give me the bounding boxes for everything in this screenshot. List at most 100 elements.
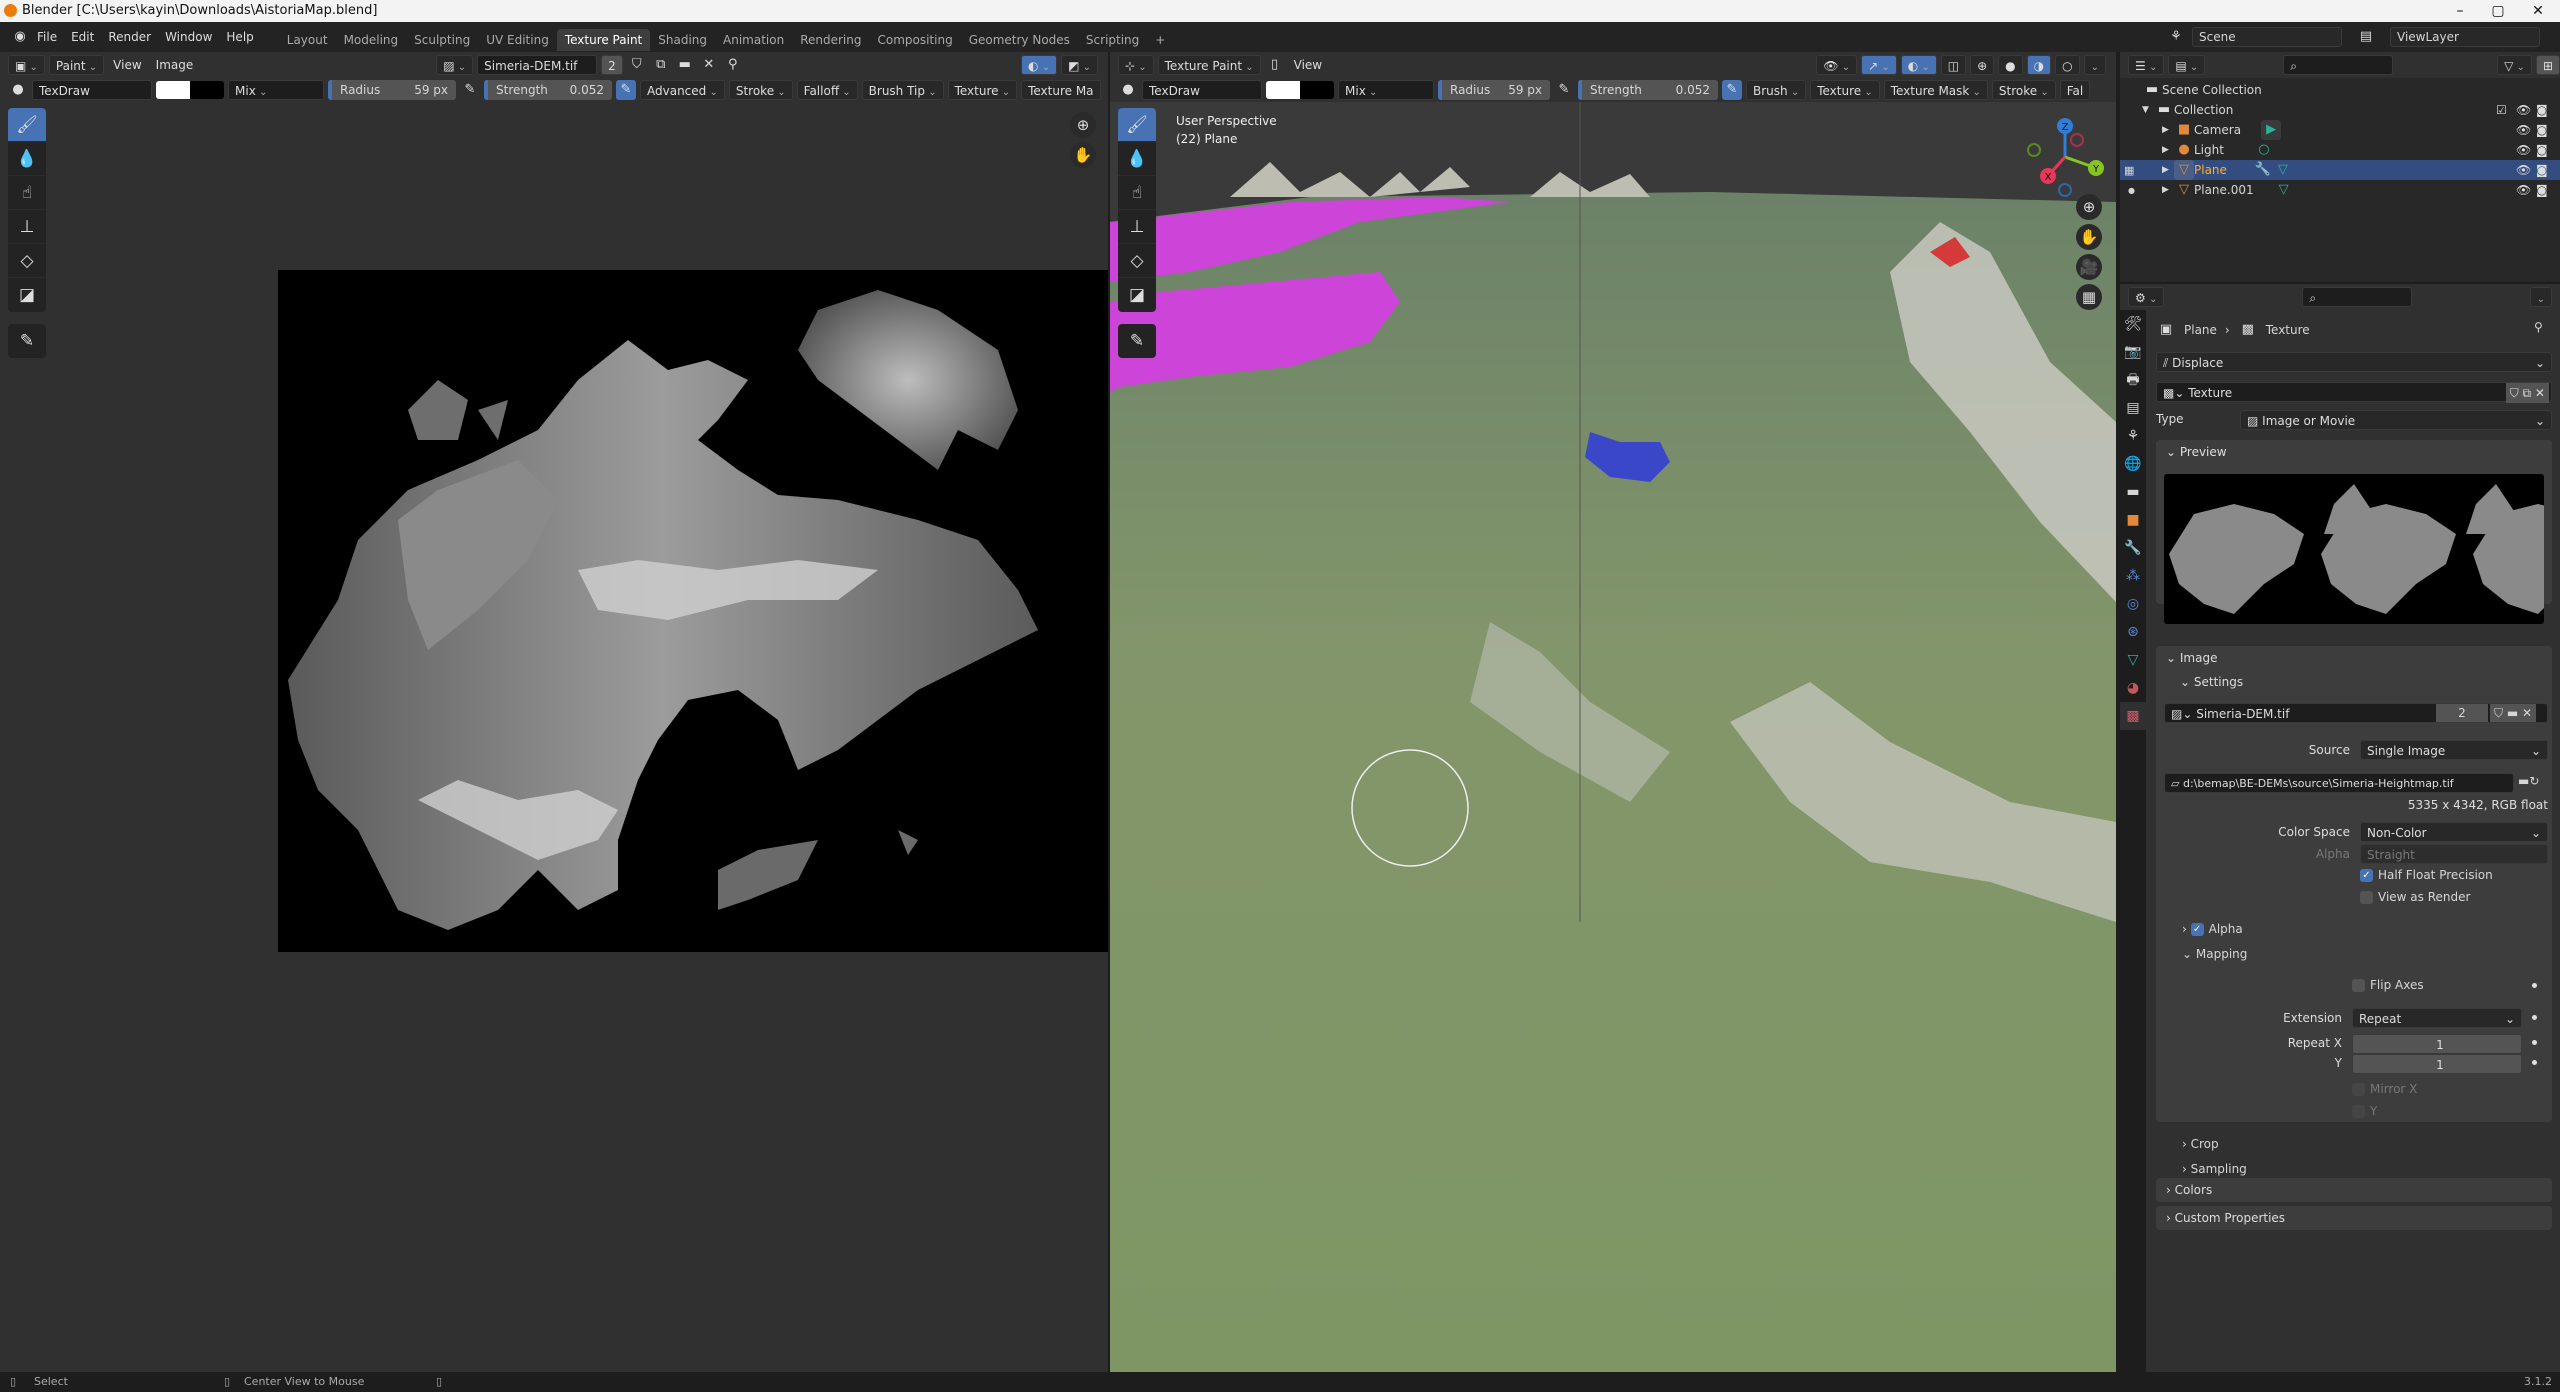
texture-mask-popover[interactable]: Texture Ma: [1021, 80, 1101, 100]
terrain-view[interactable]: [1110, 102, 2116, 1372]
shading-rendered[interactable]: ○: [2055, 55, 2080, 75]
minimize-button[interactable]: –: [2440, 0, 2480, 22]
advanced-popover[interactable]: Advanced: [640, 80, 725, 100]
color-swatches[interactable]: [156, 81, 224, 99]
viewport-tool-smear[interactable]: ☝: [1118, 176, 1156, 210]
tab-view-layer[interactable]: ▤: [2120, 394, 2146, 422]
shading-wireframe[interactable]: ⊕: [1970, 55, 1995, 75]
menu-help[interactable]: Help: [219, 22, 260, 52]
radius-slider[interactable]: Radius 59 px: [328, 80, 456, 100]
open-image-folder-icon[interactable]: ▬: [675, 55, 695, 75]
pin-icon[interactable]: ⚲: [2534, 320, 2543, 334]
viewport-tool-annotate[interactable]: ✎: [1118, 324, 1156, 358]
view-as-render-checkbox[interactable]: View as Render: [2360, 890, 2470, 904]
expand-arrow-icon[interactable]: ▶: [2162, 165, 2174, 175]
outliner-item-light[interactable]: ▶ ● Light ○ 👁 ◙: [2120, 140, 2560, 160]
preview-panel-header[interactable]: ⌄ Preview: [2156, 440, 2552, 464]
tool-annotate[interactable]: ✎: [8, 324, 46, 358]
tab-texture[interactable]: ▩: [2120, 702, 2146, 730]
modifier-selector[interactable]: ⫽ Displace ⌄: [2156, 352, 2552, 372]
expand-arrow-icon[interactable]: ▶: [2162, 145, 2174, 155]
alpha-subpanel-header[interactable]: › ✓ Alpha: [2182, 922, 2243, 936]
collection-row[interactable]: ▼ ▬ Collection ☑ 👁 ◙: [2120, 100, 2560, 120]
workspace-tab-animation[interactable]: Animation: [715, 29, 792, 51]
colors-panel[interactable]: › Colors: [2156, 1178, 2552, 1202]
close-button[interactable]: ✕: [2518, 0, 2558, 22]
settings-subpanel-header[interactable]: ⌄ Settings: [2156, 670, 2552, 694]
image-users-count[interactable]: 2: [2436, 704, 2488, 722]
menu-edit[interactable]: Edit: [64, 22, 101, 52]
workspace-tab-texture-paint[interactable]: Texture Paint: [556, 29, 651, 51]
color-space-dropdown[interactable]: Non-Color ⌄: [2360, 822, 2548, 842]
navigation-gizmo[interactable]: Z Y X: [2020, 112, 2110, 202]
workspace-tab-shading[interactable]: Shading: [650, 29, 715, 51]
source-dropdown[interactable]: Single Image ⌄: [2360, 740, 2548, 760]
keyframe-dot[interactable]: [2532, 983, 2537, 988]
viewport-pan-button[interactable]: ✋: [2076, 224, 2102, 250]
crop-subpanel-header[interactable]: › Crop: [2182, 1137, 2219, 1151]
radius-pressure-icon[interactable]: ✎: [460, 80, 480, 100]
light-data-icon[interactable]: ○: [2254, 140, 2274, 160]
tab-render[interactable]: 📷: [2120, 338, 2146, 366]
expand-arrow-icon[interactable]: ▶: [2162, 185, 2174, 195]
stroke-popover[interactable]: Stroke: [728, 80, 793, 100]
display-channels-dropdown[interactable]: ◩: [1061, 55, 1098, 75]
blender-menu-icon[interactable]: ◉: [10, 27, 30, 47]
workspace-tab-compositing[interactable]: Compositing: [869, 29, 960, 51]
properties-options-dropdown[interactable]: [2529, 287, 2552, 307]
viewport-falloff-popover[interactable]: Fal: [2059, 80, 2091, 100]
outliner-item-camera[interactable]: ▶ ■ Camera ▶ 👁 ◙: [2120, 120, 2560, 140]
render-camera-icon[interactable]: ◙: [2536, 123, 2548, 137]
browse-folder-icon[interactable]: ▬↻: [2518, 774, 2539, 788]
half-float-checkbox[interactable]: ✓ Half Float Precision: [2360, 868, 2493, 882]
camera-view-button[interactable]: 🎥: [2076, 254, 2102, 280]
workspace-tab-uv-editing[interactable]: UV Editing: [478, 29, 557, 51]
viewport-tool-draw[interactable]: 🖌: [1118, 108, 1156, 142]
selectability-visibility-dropdown[interactable]: 👁: [1816, 55, 1858, 75]
keyframe-dot[interactable]: [2532, 1040, 2537, 1045]
overlays-toggle[interactable]: ◐: [1021, 55, 1058, 75]
keyframe-dot[interactable]: [2532, 1015, 2537, 1020]
flip-axes-checkbox[interactable]: Flip Axes: [2352, 978, 2424, 992]
menu-render[interactable]: Render: [101, 22, 158, 52]
fake-user-shield-icon[interactable]: ⛉: [627, 55, 647, 75]
expand-arrow-icon[interactable]: ▼: [2142, 105, 2154, 115]
menu-view[interactable]: View: [108, 55, 146, 75]
sampling-subpanel-header[interactable]: › Sampling: [2182, 1162, 2247, 1176]
tab-object[interactable]: ■: [2120, 506, 2146, 534]
tab-modifiers[interactable]: 🔧: [2120, 534, 2146, 562]
strength-pressure-icon[interactable]: ✎: [616, 80, 636, 100]
visibility-eye-icon[interactable]: 👁: [2516, 183, 2531, 197]
unlink-image-icon[interactable]: ✕: [699, 55, 719, 75]
xray-toggle[interactable]: ◫: [1940, 55, 1967, 75]
repeat-x-field[interactable]: 1: [2352, 1034, 2522, 1054]
blend-mode-dropdown[interactable]: Mix: [228, 80, 324, 100]
image-users-count[interactable]: 2: [601, 55, 623, 75]
render-camera-icon[interactable]: ◙: [2536, 183, 2548, 197]
brush-tip-popover[interactable]: Brush Tip: [861, 80, 944, 100]
tab-scene[interactable]: ⚘: [2120, 422, 2146, 450]
viewport-overlays-toggle[interactable]: ◐: [1900, 55, 1937, 75]
viewport-brush-name-field[interactable]: TexDraw: [1142, 80, 1262, 100]
render-camera-icon[interactable]: ◙: [2536, 143, 2548, 157]
viewport-brush-popover[interactable]: Brush: [1746, 80, 1807, 100]
viewport-stroke-popover[interactable]: Stroke: [1991, 80, 2056, 100]
visibility-eye-icon[interactable]: 👁: [2516, 103, 2531, 117]
mesh-data-icon[interactable]: ▽: [2273, 160, 2293, 180]
new-image-icon[interactable]: ⧉: [651, 55, 671, 75]
texture-slots-icon[interactable]: ▯: [1265, 55, 1285, 75]
viewport-editor-type-button[interactable]: ⊹: [1118, 55, 1154, 75]
workspace-tab-geometry-nodes[interactable]: Geometry Nodes: [961, 29, 1078, 51]
tool-fill[interactable]: ◇: [8, 244, 46, 278]
image-browse-button[interactable]: ▨: [436, 55, 474, 75]
viewport-texture-popover[interactable]: Texture: [1810, 80, 1880, 100]
expand-arrow-icon[interactable]: ▶: [2162, 125, 2174, 135]
tool-smear[interactable]: ☝: [8, 176, 46, 210]
workspace-tab-rendering[interactable]: Rendering: [792, 29, 869, 51]
viewport-strength-slider[interactable]: Strength 0.052: [1578, 80, 1718, 100]
mode-dot-icon[interactable]: ●: [2128, 186, 2135, 195]
shading-material-preview[interactable]: ◑: [2026, 55, 2052, 75]
tab-output[interactable]: 🖶: [2120, 366, 2146, 394]
paint-mode-dropdown[interactable]: Paint: [48, 55, 105, 75]
image-name-field[interactable]: Simeria-DEM.tif: [477, 55, 598, 75]
